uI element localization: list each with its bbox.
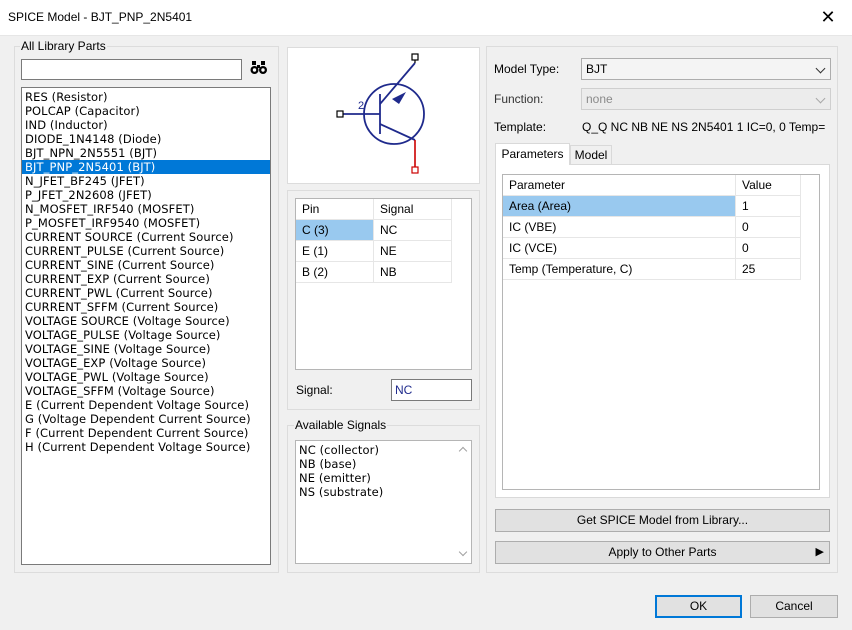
list-item[interactable]: BJT_PNP_2N5401 (BJT) [22, 160, 270, 174]
tab-model[interactable]: Model [570, 145, 612, 165]
list-item[interactable]: P_MOSFET_IRF9540 (MOSFET) [22, 216, 270, 230]
pin-cell[interactable]: NE [374, 241, 452, 262]
get-spice-model-button[interactable]: Get SPICE Model from Library... [495, 509, 830, 532]
function-label: Function: [494, 92, 544, 106]
list-item[interactable]: NC (collector) [296, 443, 471, 457]
signal-input[interactable]: NC [391, 379, 472, 401]
param-cell[interactable]: Area (Area) [503, 196, 736, 217]
list-item[interactable]: VOLTAGE_SFFM (Voltage Source) [22, 384, 270, 398]
chevron-down-icon [815, 63, 826, 74]
library-parts-list[interactable]: RES (Resistor) POLCAP (Capacitor) IND (Ind… [21, 87, 271, 565]
list-item[interactable]: POLCAP (Capacitor) [22, 104, 270, 118]
model-type-value: BJT [586, 62, 608, 76]
param-cell[interactable]: 0 [736, 238, 801, 259]
param-cell[interactable]: Temp (Temperature, C) [503, 259, 736, 280]
scroll-up-icon[interactable] [458, 446, 468, 456]
list-item[interactable]: CURRENT_PWL (Current Source) [22, 286, 270, 300]
pin-column-header[interactable]: Signal [374, 199, 452, 220]
list-item[interactable]: N_MOSFET_IRF540 (MOSFET) [22, 202, 270, 216]
scroll-down-icon[interactable] [458, 547, 468, 557]
list-item[interactable]: NE (emitter) [296, 471, 471, 485]
list-item[interactable]: VOLTAGE_PWL (Voltage Source) [22, 370, 270, 384]
list-item[interactable]: P_JFET_2N2608 (JFET) [22, 188, 270, 202]
function-select[interactable]: none [581, 88, 831, 110]
param-cell[interactable]: 1 [736, 196, 801, 217]
available-signals-list[interactable]: NC (collector) NB (base) NE (emitter) NS (s… [295, 440, 472, 564]
close-icon[interactable]: ✕ [818, 6, 838, 28]
arrow-right-icon: ▶ [815, 546, 824, 558]
pin-cell[interactable]: NC [374, 220, 452, 241]
window-title: SPICE Model - BJT_PNP_2N5401 [8, 10, 193, 24]
list-item[interactable]: VOLTAGE_PULSE (Voltage Source) [22, 328, 270, 342]
apply-to-other-parts-button[interactable]: Apply to Other Parts ▶ [495, 541, 830, 564]
list-item[interactable]: E (Current Dependent Voltage Source) [22, 398, 270, 412]
param-cell[interactable]: IC (VBE) [503, 217, 736, 238]
parameter-grid[interactable]: Parameter Value Area (Area) 1 IC (VBE) 0 IC (V… [502, 174, 820, 490]
pnp-transistor-symbol: 2 [336, 53, 425, 174]
template-value: Q_Q NC NB NE NS 2N5401 1 IC=0, 0 Temp= [582, 120, 826, 134]
param-cell[interactable]: IC (VCE) [503, 238, 736, 259]
param-column-header[interactable]: Parameter [503, 175, 736, 196]
tab-parameters[interactable]: Parameters [495, 143, 570, 165]
available-signals-label: Available Signals [294, 418, 388, 432]
title-bar: SPICE Model - BJT_PNP_2N5401 ✕ [0, 0, 852, 36]
model-type-label: Model Type: [494, 62, 560, 76]
list-item[interactable]: H (Current Dependent Voltage Source) [22, 440, 270, 454]
list-item[interactable]: NS (substrate) [296, 485, 471, 499]
pin-cell[interactable]: B (2) [296, 262, 374, 283]
param-cell[interactable]: 25 [736, 259, 801, 280]
symbol-pin-label: 2 [358, 100, 364, 112]
list-item[interactable]: VOLTAGE_SINE (Voltage Source) [22, 342, 270, 356]
symbol-preview: 2 [287, 47, 480, 184]
list-item[interactable]: CURRENT_SINE (Current Source) [22, 258, 270, 272]
param-cell[interactable]: 0 [736, 217, 801, 238]
list-item[interactable]: F (Current Dependent Current Source) [22, 426, 270, 440]
list-item[interactable]: G (Voltage Dependent Current Source) [22, 412, 270, 426]
apply-to-other-parts-label: Apply to Other Parts [608, 545, 717, 559]
list-item[interactable]: BJT_NPN_2N5551 (BJT) [22, 146, 270, 160]
list-item[interactable]: CURRENT_SFFM (Current Source) [22, 300, 270, 314]
model-type-select[interactable]: BJT [581, 58, 831, 80]
list-item[interactable]: CURRENT_PULSE (Current Source) [22, 244, 270, 258]
ok-button[interactable]: OK [655, 595, 742, 618]
signals-scrollbar[interactable] [455, 441, 471, 563]
signal-label: Signal: [296, 383, 333, 397]
library-search-input[interactable] [21, 59, 242, 80]
list-item[interactable]: NB (base) [296, 457, 471, 471]
pin-grid[interactable]: Pin Signal C (3) NC E (1) NE B (2) NB [295, 198, 472, 370]
list-item[interactable]: VOLTAGE_EXP (Voltage Source) [22, 356, 270, 370]
list-item[interactable]: IND (Inductor) [22, 118, 270, 132]
list-item[interactable]: CURRENT_EXP (Current Source) [22, 272, 270, 286]
chevron-down-icon [815, 93, 826, 104]
list-item[interactable]: N_JFET_BF245 (JFET) [22, 174, 270, 188]
pin-column-header[interactable]: Pin [296, 199, 374, 220]
list-item[interactable]: DIODE_1N4148 (Diode) [22, 132, 270, 146]
function-value: none [586, 92, 613, 106]
cancel-button[interactable]: Cancel [750, 595, 838, 618]
param-column-header[interactable]: Value [736, 175, 801, 196]
template-label: Template: [494, 120, 547, 134]
pin-cell[interactable]: C (3) [296, 220, 374, 241]
list-item[interactable]: RES (Resistor) [22, 90, 270, 104]
binoculars-icon[interactable] [250, 60, 268, 76]
library-group-label: All Library Parts [20, 39, 107, 53]
list-item[interactable]: CURRENT SOURCE (Current Source) [22, 230, 270, 244]
pin-cell[interactable]: E (1) [296, 241, 374, 262]
list-item[interactable]: VOLTAGE SOURCE (Voltage Source) [22, 314, 270, 328]
pin-cell[interactable]: NB [374, 262, 452, 283]
